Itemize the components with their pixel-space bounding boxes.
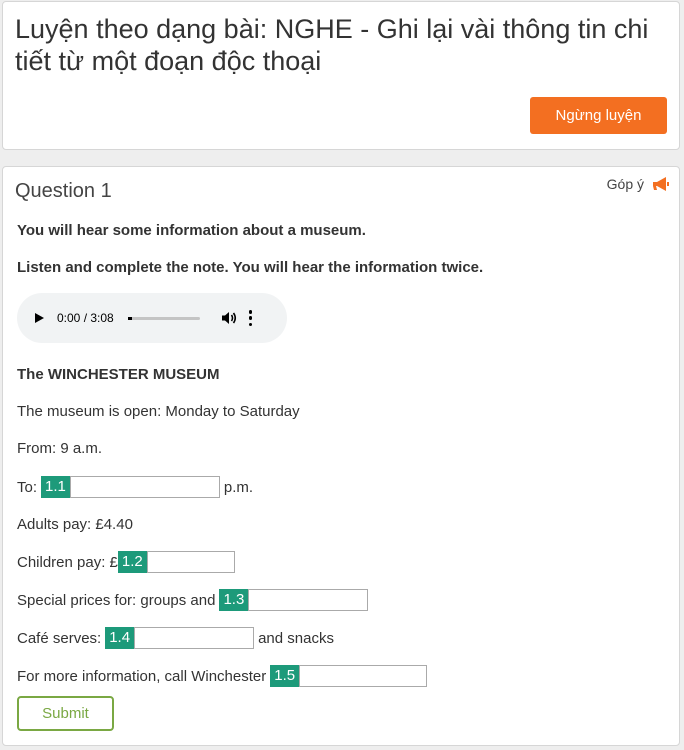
special-prefix: Special prices for: groups and [17, 591, 216, 609]
blank-1-3: 1.3 [219, 589, 369, 611]
blank-1-2: 1.2 [117, 551, 235, 573]
answer-input-1-3[interactable] [248, 589, 369, 611]
more-vertical-icon[interactable] [248, 310, 253, 326]
cafe-line: Café serves: 1.4 and snacks [17, 627, 334, 649]
cafe-prefix: Café serves: [17, 629, 102, 647]
blank-1-4: 1.4 [105, 627, 255, 649]
answer-input-1-2[interactable] [146, 551, 235, 573]
blank-label: 1.4 [105, 627, 135, 649]
audio-seek-bar[interactable] [127, 316, 200, 320]
answer-input-1-1[interactable] [69, 476, 220, 498]
submit-button[interactable]: Submit [17, 696, 114, 731]
open-line: The museum is open: Monday to Saturday [17, 403, 300, 420]
cafe-suffix: and snacks [258, 629, 334, 647]
special-line: Special prices for: groups and 1.3 [17, 589, 372, 611]
audio-time: 0:00 / 3:08 [57, 311, 114, 325]
blank-1-5: 1.5 [270, 665, 428, 687]
blank-1-1: 1.1 [41, 476, 220, 498]
instruction-1: You will hear some information about a m… [17, 222, 366, 239]
audio-player[interactable]: 0:00 / 3:08 [17, 293, 287, 343]
feedback-link[interactable]: Góp ý [607, 176, 670, 192]
blank-label: 1.3 [219, 589, 249, 611]
to-suffix: p.m. [223, 478, 254, 496]
blank-label: 1.5 [270, 665, 300, 687]
note-title: The WINCHESTER MUSEUM [17, 366, 220, 383]
from-line: From: 9 a.m. [17, 440, 103, 457]
info-prefix: For more information, call Winchester [17, 667, 267, 685]
instruction-2: Listen and complete the note. You will h… [17, 259, 484, 276]
megaphone-icon [653, 177, 669, 191]
children-prefix: Children pay: £ [17, 553, 118, 571]
blank-label: 1.1 [41, 476, 70, 498]
page-title: Luyện theo dạng bài: NGHE - Ghi lại vài … [15, 14, 649, 76]
children-line: Children pay: £ 1.2 [17, 551, 239, 573]
feedback-label: Góp ý [606, 176, 644, 192]
answer-input-1-4[interactable] [134, 627, 255, 649]
question-title: Question 1 [15, 180, 112, 202]
question-card [2, 166, 680, 746]
answer-input-1-5[interactable] [299, 665, 428, 687]
to-prefix: To: [17, 478, 38, 496]
blank-label: 1.2 [117, 551, 147, 573]
play-icon[interactable] [35, 313, 44, 323]
info-line: For more information, call Winchester 1.… [17, 665, 431, 687]
to-line: To: 1.1 p.m. [17, 476, 253, 498]
stop-practice-button[interactable]: Ngừng luyện [530, 97, 667, 134]
volume-icon[interactable] [221, 310, 237, 326]
adults-line: Adults pay: £4.40 [17, 516, 133, 533]
